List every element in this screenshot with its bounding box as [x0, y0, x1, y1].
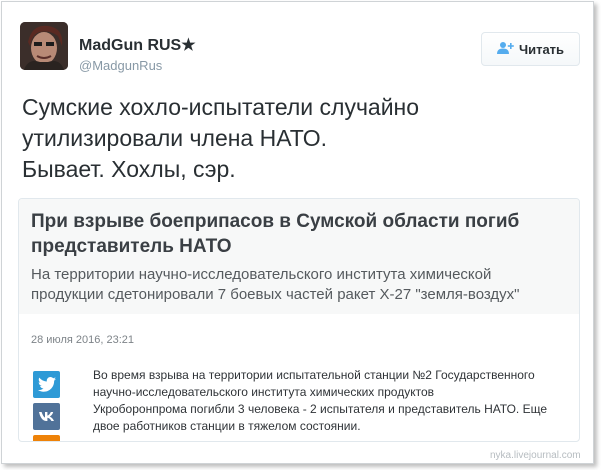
card-body-line: Укроборонпрома погибли 3 человека - 2 ис…	[93, 402, 548, 416]
card-title-line: При взрыве боеприпасов в Сумской области…	[31, 211, 520, 232]
card-body-line: научно-исследовательского института хими…	[93, 385, 435, 399]
card-date: 28 июля 2016, 23:21	[31, 334, 134, 346]
avatar[interactable]	[20, 22, 68, 70]
tweet-embed: MadGun RUS★ @MadgunRus Читать Сумские хо…	[1, 1, 594, 464]
tweet-line: Бывает. Хохлы, сэр.	[22, 156, 236, 182]
tweet-line: утилизировали члена НАТО.	[22, 125, 328, 151]
follow-button[interactable]: Читать	[481, 32, 580, 66]
card-body-line: двое работников станции в тяжелом состоя…	[93, 419, 361, 433]
card-description-line: На территории научно-исследовательского …	[31, 266, 492, 283]
card-header[interactable]: При взрыве боеприпасов в Сумской области…	[19, 199, 579, 314]
card-title-line: представитель НАТО	[31, 236, 232, 257]
avatar-image	[20, 22, 68, 70]
card-body-text: Во время взрыва на территории испытатель…	[93, 367, 573, 435]
watermark: nyka.livejournal.com	[490, 450, 581, 461]
card-description-line: продукции сдетонировали 7 боевых частей …	[31, 286, 520, 303]
card-title[interactable]: При взрыве боеприпасов в Сумской области…	[31, 209, 567, 259]
twitter-icon[interactable]	[33, 371, 60, 398]
author-handle[interactable]: @MadgunRus	[79, 58, 162, 73]
odnoklassniki-icon[interactable]	[33, 435, 60, 441]
link-card[interactable]: При взрыве боеприпасов в Сумской области…	[18, 198, 580, 442]
vk-icon[interactable]	[33, 403, 60, 430]
card-body-line: Во время взрыва на территории испытатель…	[93, 368, 535, 382]
follow-button-label: Читать	[518, 41, 565, 57]
author-name[interactable]: MadGun RUS★	[79, 35, 196, 55]
add-user-icon	[496, 41, 514, 57]
tweet-text: Сумские хохло-испытатели случайно утилиз…	[22, 92, 582, 185]
card-description: На территории научно-исследовательского …	[31, 265, 571, 305]
tweet-line: Сумские хохло-испытатели случайно	[22, 94, 420, 120]
